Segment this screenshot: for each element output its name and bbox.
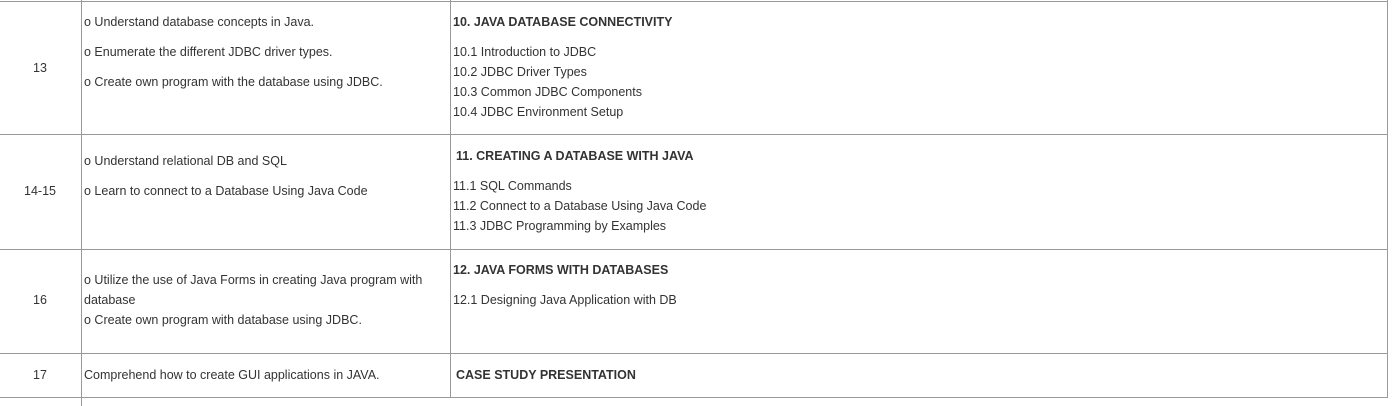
outcome-item: o Create own program with the database u… — [84, 75, 383, 89]
week-cell: 13 — [33, 61, 47, 75]
topic-title: 12. JAVA FORMS WITH DATABASES — [453, 263, 669, 277]
subtopic-item: 12.1 Designing Java Application with DB — [453, 293, 677, 307]
column-divider — [1387, 0, 1388, 398]
row-divider — [0, 397, 1388, 398]
syllabus-table: 13 o Understand database concepts in Jav… — [0, 0, 1388, 406]
row-divider — [0, 1, 1388, 2]
subtopic-item: 11.1 SQL Commands — [453, 179, 572, 193]
subtopic-item: 10.3 Common JDBC Components — [453, 85, 642, 99]
topic-title: 10. JAVA DATABASE CONNECTIVITY — [453, 15, 673, 29]
week-cell: 14-15 — [24, 184, 56, 198]
outcome-item: o Utilize the use of Java Forms in creat… — [84, 273, 423, 287]
outcome-item: o Understand database concepts in Java. — [84, 15, 315, 29]
outcome-item: o Create own program with database using… — [84, 313, 362, 327]
topic-title: CASE STUDY PRESENTATION — [456, 368, 636, 382]
column-divider — [450, 0, 451, 398]
subtopic-item: 10.4 JDBC Environment Setup — [453, 105, 624, 119]
row-divider — [0, 249, 1388, 250]
subtopic-item: 10.1 Introduction to JDBC — [453, 45, 597, 59]
outcome-item: Comprehend how to create GUI application… — [84, 368, 380, 382]
outcome-item: o Enumerate the different JDBC driver ty… — [84, 45, 333, 59]
outcome-item: o Understand relational DB and SQL — [84, 154, 287, 168]
row-divider — [0, 134, 1388, 135]
topic-title: 11. CREATING A DATABASE WITH JAVA — [456, 149, 694, 163]
week-cell: 17 — [33, 368, 47, 382]
subtopic-item: 11.2 Connect to a Database Using Java Co… — [453, 199, 707, 213]
outcome-item: database — [84, 293, 136, 307]
subtopic-item: 10.2 JDBC Driver Types — [453, 65, 587, 79]
outcome-item: o Learn to connect to a Database Using J… — [84, 184, 368, 198]
subtopic-item: 11.3 JDBC Programming by Examples — [453, 219, 667, 233]
row-divider — [0, 353, 1388, 354]
column-divider — [81, 0, 82, 406]
week-cell: 16 — [33, 293, 47, 307]
